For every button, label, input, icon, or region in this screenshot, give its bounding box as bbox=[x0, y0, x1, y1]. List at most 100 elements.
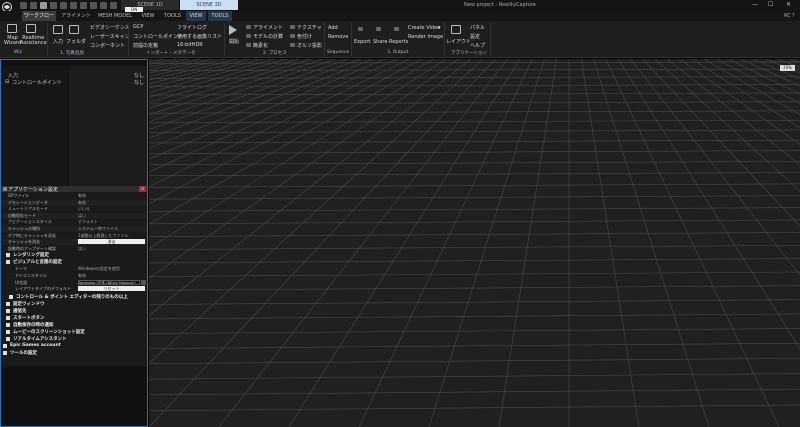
tab-alignment[interactable]: アライメント bbox=[60, 11, 92, 21]
realtime-assistance-button[interactable]: Realtime Assistance bbox=[20, 36, 47, 46]
align-button[interactable]: アライメント bbox=[253, 24, 283, 31]
settings-close-button[interactable]: ✕ bbox=[139, 186, 146, 192]
folder-button[interactable]: フォルダ bbox=[66, 38, 86, 45]
zoom-badge[interactable]: 70% bbox=[780, 65, 795, 71]
texture-button[interactable]: テクスチャ bbox=[297, 24, 322, 31]
compute-model-button[interactable]: モデルの計算 bbox=[253, 33, 283, 40]
layout-7-icon[interactable] bbox=[100, 2, 107, 9]
settings-section[interactable]: コントロール & ポイント エディターの残りのもの以上 bbox=[1, 294, 147, 300]
section-expand-icon[interactable] bbox=[6, 253, 10, 258]
layout-button[interactable]: レイアウト bbox=[446, 38, 471, 45]
section-expand-icon[interactable] bbox=[6, 308, 10, 313]
rc-icon[interactable]: RC bbox=[784, 13, 791, 19]
settings-value[interactable]: Windowsの設定を使用 bbox=[78, 266, 120, 272]
export-button[interactable]: Export bbox=[354, 39, 370, 45]
settings-section[interactable]: レンダリング設定 bbox=[1, 252, 147, 258]
tab-mesh-model[interactable]: MESH MODEL bbox=[96, 11, 134, 21]
tree-item-input[interactable]: 入力 bbox=[8, 72, 18, 79]
settings-section[interactable]: ムービーのスクリーンショット設定 bbox=[1, 329, 147, 335]
tab-workflow[interactable]: ワークフロー bbox=[22, 11, 56, 21]
section-expand-icon[interactable] bbox=[6, 336, 10, 341]
settings-section[interactable]: 設定ウィンドウ bbox=[1, 301, 147, 307]
reports-button[interactable]: Reports bbox=[389, 39, 408, 45]
settings-value[interactable]: いいえ bbox=[78, 206, 90, 212]
clear-cache-button[interactable]: 消去 bbox=[78, 239, 145, 245]
add-button[interactable]: Add bbox=[328, 25, 338, 31]
section-expand-icon[interactable] bbox=[6, 260, 10, 265]
settings-section[interactable]: ツールの設定 bbox=[1, 350, 147, 356]
input-button[interactable]: 入力 bbox=[53, 38, 63, 45]
layout-1-icon[interactable] bbox=[40, 2, 47, 9]
share-button[interactable]: Share bbox=[373, 39, 387, 45]
layout-5-icon[interactable] bbox=[80, 2, 87, 9]
laser-scan-button[interactable]: レーザースキャン bbox=[90, 33, 130, 40]
settings-section[interactable]: ビジュアルと言語の設定 bbox=[1, 259, 147, 265]
tree-item-control-points[interactable]: コントロールポイント bbox=[12, 79, 62, 86]
layout-4-icon[interactable] bbox=[70, 2, 77, 9]
chevron-down-icon[interactable] bbox=[141, 279, 146, 285]
used-image-list-button[interactable]: 使用する画像リスト bbox=[177, 33, 222, 40]
prior-definition-button[interactable]: 前提の定義 bbox=[133, 42, 158, 49]
simplify-button[interactable]: 簡素化 bbox=[253, 42, 268, 49]
video-sequence-button[interactable]: ビデオシーケンス bbox=[90, 24, 130, 31]
flight-log-button[interactable]: フライトログ bbox=[177, 24, 207, 31]
help-icon[interactable]: ? bbox=[792, 13, 795, 19]
3d-viewport[interactable] bbox=[149, 59, 800, 427]
help-button[interactable]: ヘルプ bbox=[470, 42, 485, 49]
settings-section[interactable]: スタートボタン bbox=[1, 315, 147, 321]
render-image-button[interactable]: Render Image bbox=[408, 34, 443, 40]
settings-value[interactable]: 1週間以上経過したファイル bbox=[78, 233, 129, 239]
section-expand-icon[interactable] bbox=[3, 343, 7, 348]
section-expand-icon[interactable] bbox=[3, 350, 7, 355]
settings-value[interactable]: 有効 bbox=[78, 273, 86, 279]
dropdown-icon[interactable] bbox=[110, 2, 117, 9]
settings-section[interactable]: 自動保存の時の通知 bbox=[1, 322, 147, 328]
section-expand-icon[interactable] bbox=[6, 315, 10, 320]
layout-3-icon[interactable] bbox=[60, 2, 67, 9]
settings-value[interactable]: システム一時ファイル bbox=[78, 226, 118, 232]
close-window-button[interactable]: ✕ bbox=[786, 1, 791, 8]
create-video-button[interactable]: Create Video bbox=[408, 25, 440, 31]
tree-item-expand-icon[interactable]: ⊟ bbox=[5, 79, 9, 85]
minimize-button[interactable]: — bbox=[752, 1, 758, 8]
ui-language-select[interactable]: Japanese (日本 (Nihon Nipponi)) bbox=[78, 279, 140, 285]
panel-button[interactable]: パネル bbox=[470, 24, 485, 31]
tab-tools[interactable]: TOOLS bbox=[161, 11, 184, 21]
maximize-button[interactable]: ☐ bbox=[768, 1, 773, 8]
quick-save-icon[interactable] bbox=[20, 2, 27, 9]
colorize-button[interactable]: 色付け bbox=[297, 33, 312, 40]
hdr-button[interactable]: 16-bitHDR bbox=[177, 42, 203, 48]
ortho-projection-button[interactable]: オルソ投影 bbox=[297, 42, 322, 49]
settings-section[interactable]: Epic Games account bbox=[1, 343, 147, 349]
reset-layout-button[interactable]: リセット bbox=[78, 286, 145, 292]
section-expand-icon[interactable] bbox=[6, 322, 10, 327]
settings-value[interactable]: はい bbox=[78, 246, 86, 252]
settings-value[interactable]: デフォルト bbox=[78, 219, 98, 225]
create-video-dropdown-icon[interactable]: ▾ bbox=[438, 25, 441, 31]
map-wizard-button[interactable]: Map Wizard bbox=[4, 36, 21, 46]
control-points-button[interactable]: コントロールポイント bbox=[133, 33, 183, 40]
tab-view-context[interactable]: VIEW bbox=[186, 11, 206, 21]
start-button[interactable]: 開始 bbox=[229, 38, 239, 45]
settings-button[interactable]: 設定 bbox=[470, 33, 480, 40]
settings-value[interactable]: はい bbox=[78, 213, 86, 219]
collapse-icon[interactable] bbox=[3, 187, 7, 191]
section-expand-icon[interactable] bbox=[9, 294, 13, 299]
settings-value[interactable]: 有効 bbox=[78, 200, 86, 206]
tab-tools-context[interactable]: TOOLS bbox=[208, 11, 232, 21]
section-expand-icon[interactable] bbox=[6, 301, 10, 306]
quick-open-icon[interactable] bbox=[30, 2, 37, 9]
settings-section[interactable]: リアルタイムアシスタント bbox=[1, 336, 147, 342]
tab-view[interactable]: VIEW bbox=[138, 11, 158, 21]
project-title: New project - RealityCapture bbox=[464, 2, 536, 8]
remove-button[interactable]: Remove bbox=[328, 34, 348, 40]
component-button[interactable]: コンポーネント bbox=[90, 42, 125, 49]
layout-2-icon[interactable] bbox=[50, 2, 57, 9]
gcp-button[interactable]: GCP bbox=[133, 24, 143, 30]
settings-value[interactable]: 有効 bbox=[78, 193, 86, 199]
settings-section[interactable]: 通信先 bbox=[1, 308, 147, 314]
layout-6-icon[interactable] bbox=[90, 2, 97, 9]
section-expand-icon[interactable] bbox=[6, 329, 10, 334]
scene-3d-tab[interactable]: SCENE 3D bbox=[180, 0, 238, 10]
tree-toggle-badge[interactable]: ON bbox=[125, 7, 143, 12]
